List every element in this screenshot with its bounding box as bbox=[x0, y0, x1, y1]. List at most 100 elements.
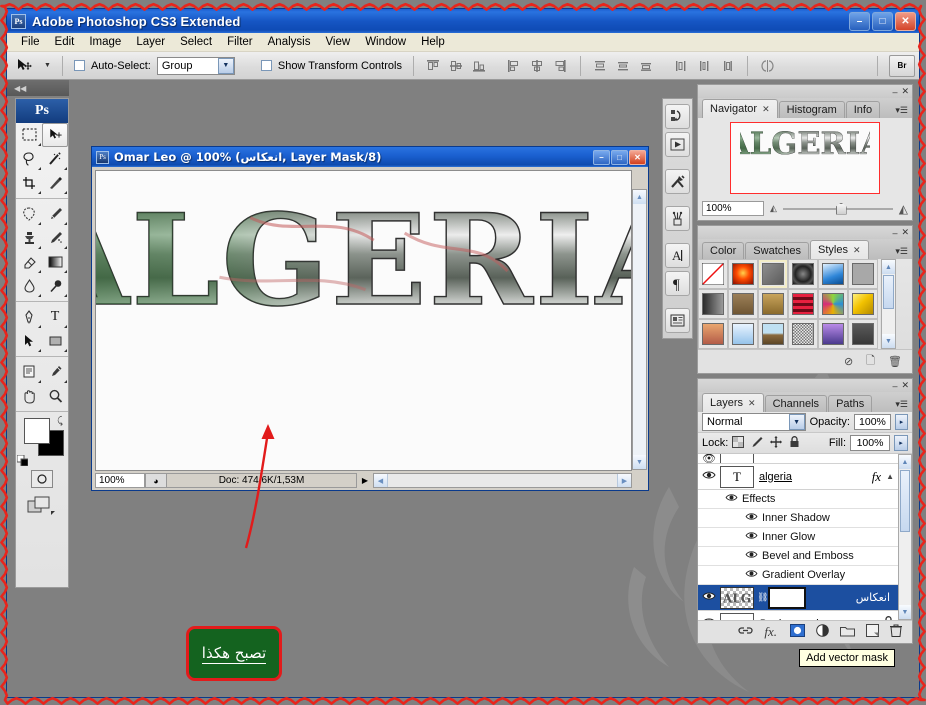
style-swatch-purple[interactable] bbox=[818, 319, 848, 349]
style-swatch-blue-sky[interactable] bbox=[818, 259, 848, 289]
tab-color[interactable]: Color bbox=[702, 242, 745, 259]
panel-close-icon[interactable]: ✕ bbox=[901, 380, 909, 391]
tab-close-icon[interactable]: ✕ bbox=[853, 245, 861, 256]
layer-thumbnail-background[interactable] bbox=[720, 612, 754, 620]
layer-comps-panel-icon[interactable] bbox=[665, 308, 690, 333]
healing-brush-tool[interactable] bbox=[16, 202, 42, 226]
eye-icon[interactable] bbox=[740, 512, 762, 524]
path-selection-tool[interactable] bbox=[16, 329, 42, 353]
clone-stamp-tool[interactable] bbox=[16, 226, 42, 250]
status-menu-arrow-icon[interactable]: ▶ bbox=[357, 473, 373, 488]
style-swatch-pale-blue[interactable] bbox=[728, 319, 758, 349]
scroll-down-icon[interactable]: ▼ bbox=[633, 455, 646, 469]
layers-scrollbar[interactable]: ▲ ▼ bbox=[898, 454, 912, 620]
navigator-thumbnail[interactable]: ALGERIA ALGERIA ALGERIA bbox=[730, 122, 880, 194]
lasso-tool[interactable] bbox=[16, 147, 42, 171]
align-left-edges-icon[interactable] bbox=[506, 57, 523, 74]
opacity-stepper-icon[interactable]: ▸ bbox=[894, 414, 908, 430]
paragraph-panel-icon[interactable]: ¶ bbox=[665, 271, 690, 296]
rectangle-tool[interactable] bbox=[42, 329, 68, 353]
style-swatch-horizon[interactable] bbox=[758, 319, 788, 349]
link-layers-icon[interactable] bbox=[738, 625, 753, 639]
canvas-vertical-scrollbar[interactable]: ▲ ▼ bbox=[632, 189, 647, 470]
mask-link-icon[interactable]: ⛓ bbox=[757, 592, 768, 603]
move-tool-icon[interactable] bbox=[11, 55, 37, 77]
tool-presets-panel-icon[interactable] bbox=[665, 169, 690, 194]
tab-info[interactable]: Info bbox=[845, 101, 881, 118]
menu-item-image[interactable]: Image bbox=[82, 34, 129, 50]
eye-icon[interactable] bbox=[740, 550, 762, 562]
document-maximize-button[interactable]: □ bbox=[611, 149, 628, 165]
menu-item-help[interactable]: Help bbox=[414, 34, 453, 50]
style-swatch-flat-gray[interactable] bbox=[848, 259, 878, 289]
auto-select-dropdown[interactable]: Group ▼ bbox=[156, 56, 235, 75]
tool-preset-chevron-icon[interactable]: ▼ bbox=[44, 62, 51, 69]
canvas[interactable]: ALGERIA ALGERIA ALGERIA ALGERIA bbox=[95, 170, 632, 471]
hand-tool[interactable] bbox=[16, 384, 42, 408]
auto-select-checkbox[interactable] bbox=[73, 60, 85, 71]
layer-name-algeria[interactable]: algeria bbox=[759, 471, 872, 483]
slice-tool[interactable] bbox=[42, 171, 68, 195]
eye-icon[interactable] bbox=[698, 591, 720, 604]
tab-navigator[interactable]: Navigator ✕ bbox=[702, 99, 778, 118]
blend-mode-dropdown[interactable]: Normal ▼ bbox=[702, 413, 806, 431]
eye-icon[interactable] bbox=[740, 569, 762, 581]
new-adjustment-layer-icon[interactable] bbox=[816, 624, 829, 640]
layer-name-inikas[interactable]: انعكاس bbox=[806, 591, 894, 604]
tab-close-icon[interactable]: ✕ bbox=[748, 398, 756, 409]
style-swatch-red-stripe[interactable] bbox=[788, 289, 818, 319]
default-colors-icon[interactable] bbox=[17, 455, 28, 466]
distribute-vertical-centers-icon[interactable] bbox=[615, 57, 632, 74]
styles-panel-menu-icon[interactable]: ▾☰ bbox=[895, 246, 908, 257]
menu-item-view[interactable]: View bbox=[318, 34, 358, 50]
close-button[interactable]: ✕ bbox=[895, 11, 916, 31]
tab-swatches[interactable]: Swatches bbox=[745, 242, 809, 259]
swap-colors-icon[interactable]: ⤹ bbox=[57, 416, 63, 427]
scroll-thumb[interactable] bbox=[900, 470, 910, 532]
type-tool[interactable]: T bbox=[42, 305, 68, 329]
layer-thumbnail-transparent[interactable]: ALG bbox=[720, 586, 754, 609]
panel-minimize-icon[interactable]: – bbox=[892, 228, 897, 238]
style-swatch-dark-ring[interactable] bbox=[788, 259, 818, 289]
align-top-edges-icon[interactable] bbox=[425, 57, 442, 74]
document-zoom-field[interactable]: 100% bbox=[95, 473, 145, 488]
tab-channels[interactable]: Channels bbox=[764, 395, 828, 412]
style-swatch-dark-gradient[interactable] bbox=[698, 289, 728, 319]
zoom-tool[interactable] bbox=[42, 384, 68, 408]
document-preview-icon[interactable]: ◕ bbox=[145, 473, 167, 488]
distribute-bottom-edges-icon[interactable] bbox=[638, 57, 655, 74]
style-swatch-gray-button[interactable] bbox=[758, 259, 788, 289]
panel-close-icon[interactable]: ✕ bbox=[901, 86, 909, 97]
align-horizontal-centers-icon[interactable] bbox=[529, 57, 546, 74]
new-layer-icon[interactable] bbox=[866, 624, 879, 640]
history-brush-tool[interactable] bbox=[42, 226, 68, 250]
scroll-up-icon[interactable]: ▲ bbox=[899, 455, 911, 469]
layer-list[interactable]: 👁 T algeria fx ▲ Effects Inner Shadow In… bbox=[698, 454, 912, 620]
chevron-down-icon[interactable]: ▼ bbox=[788, 414, 805, 430]
delete-layer-icon[interactable] bbox=[890, 624, 902, 640]
document-minimize-button[interactable]: – bbox=[593, 149, 610, 165]
new-style-icon[interactable]: 🗋 bbox=[866, 352, 875, 371]
style-swatch-sunset[interactable] bbox=[698, 319, 728, 349]
style-swatch-yellow-satin[interactable] bbox=[848, 289, 878, 319]
panel-minimize-icon[interactable]: – bbox=[892, 87, 897, 97]
maximize-button[interactable]: □ bbox=[872, 11, 893, 31]
style-swatch-red-glow[interactable] bbox=[728, 259, 758, 289]
scroll-left-icon[interactable]: ◀ bbox=[374, 474, 388, 487]
brush-tool[interactable] bbox=[42, 202, 68, 226]
scroll-up-icon[interactable]: ▲ bbox=[633, 190, 646, 204]
lock-all-icon[interactable] bbox=[789, 435, 800, 451]
style-swatch-tan[interactable] bbox=[728, 289, 758, 319]
opacity-value[interactable]: 100% bbox=[853, 414, 891, 430]
blur-tool[interactable] bbox=[16, 274, 42, 298]
auto-align-layers-icon[interactable] bbox=[759, 57, 776, 74]
fill-stepper-icon[interactable]: ▸ bbox=[894, 435, 908, 451]
style-swatch-none[interactable] bbox=[698, 259, 728, 289]
screen-mode-icon[interactable] bbox=[27, 494, 57, 518]
scroll-thumb[interactable] bbox=[883, 275, 894, 309]
tab-histogram[interactable]: Histogram bbox=[778, 101, 845, 118]
style-swatch-rainbow[interactable] bbox=[818, 289, 848, 319]
layers-panel-menu-icon[interactable]: ▾☰ bbox=[895, 399, 908, 410]
style-swatch-charcoal[interactable] bbox=[848, 319, 878, 349]
eraser-tool[interactable] bbox=[16, 250, 42, 274]
